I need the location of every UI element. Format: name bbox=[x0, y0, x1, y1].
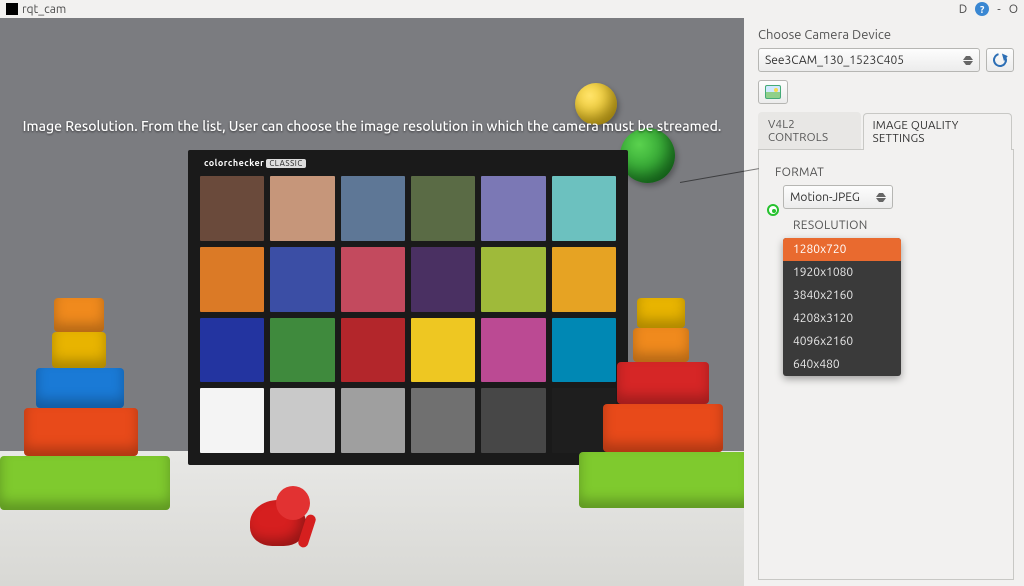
color-swatch bbox=[200, 388, 264, 453]
format-label: FORMAT bbox=[775, 166, 1001, 179]
color-swatch bbox=[481, 247, 545, 312]
resolution-option[interactable]: 1280x720 bbox=[783, 238, 901, 261]
color-swatch bbox=[341, 176, 405, 241]
callout-marker bbox=[767, 204, 779, 216]
toy-block bbox=[579, 452, 744, 508]
titlebar-d[interactable]: D bbox=[959, 3, 967, 16]
image-icon bbox=[765, 85, 781, 99]
block-stack-left bbox=[0, 298, 174, 528]
titlebar-min[interactable]: - bbox=[997, 3, 1000, 16]
color-swatch bbox=[270, 247, 334, 312]
spinner-icon bbox=[963, 52, 973, 68]
toy-block bbox=[54, 298, 104, 332]
tab-v4l2-controls[interactable]: V4L2 CONTROLS bbox=[758, 112, 861, 149]
color-swatch bbox=[481, 318, 545, 383]
main-area: colorcheckerCLASSIC Image Resolution. Fr… bbox=[0, 18, 1024, 586]
color-swatch bbox=[481, 388, 545, 453]
color-swatch bbox=[411, 318, 475, 383]
toy-block bbox=[637, 298, 685, 328]
preview-scene: colorcheckerCLASSIC bbox=[0, 18, 744, 586]
resolution-label: RESOLUTION bbox=[793, 219, 1001, 232]
device-select[interactable]: See3CAM_130_1523C405 bbox=[758, 48, 980, 72]
settings-tabs: V4L2 CONTROLS IMAGE QUALITY SETTINGS bbox=[758, 112, 1014, 150]
color-swatch bbox=[411, 388, 475, 453]
resolution-option[interactable]: 3840x2160 bbox=[783, 284, 901, 307]
color-swatch bbox=[341, 247, 405, 312]
color-swatch bbox=[411, 247, 475, 312]
resolution-option[interactable]: 1920x1080 bbox=[783, 261, 901, 284]
format-value: Motion-JPEG bbox=[790, 191, 860, 204]
color-swatch bbox=[552, 176, 616, 241]
image-quality-panel: FORMAT Motion-JPEG RESOLUTION 1280x72019… bbox=[758, 150, 1014, 580]
color-swatch bbox=[481, 176, 545, 241]
sidebar-panel: Choose Camera Device See3CAM_130_1523C40… bbox=[744, 18, 1024, 586]
toy-block bbox=[36, 368, 124, 408]
colorchecker-label: colorcheckerCLASSIC bbox=[204, 158, 306, 168]
device-select-value: See3CAM_130_1523C405 bbox=[765, 54, 904, 67]
snapshot-button[interactable] bbox=[758, 80, 788, 104]
color-swatch bbox=[270, 176, 334, 241]
color-swatch bbox=[200, 247, 264, 312]
block-stack-right bbox=[575, 298, 744, 528]
red-elephant-toy bbox=[240, 470, 320, 550]
tooltip-overlay: Image Resolution. From the list, User ca… bbox=[0, 118, 744, 134]
format-select[interactable]: Motion-JPEG bbox=[783, 185, 893, 209]
title-bar: rqt_cam D ? - O bbox=[0, 0, 1024, 18]
resolution-option[interactable]: 4096x2160 bbox=[783, 330, 901, 353]
choose-device-label: Choose Camera Device bbox=[758, 28, 1014, 42]
spinner-icon bbox=[876, 189, 886, 205]
colorchecker-chart: colorcheckerCLASSIC bbox=[188, 150, 628, 465]
color-swatch bbox=[411, 176, 475, 241]
color-swatch bbox=[200, 176, 264, 241]
toy-block bbox=[617, 362, 709, 404]
toy-block bbox=[52, 332, 106, 368]
camera-preview: colorcheckerCLASSIC Image Resolution. Fr… bbox=[0, 18, 744, 586]
color-swatch bbox=[270, 318, 334, 383]
titlebar-o[interactable]: O bbox=[1009, 3, 1018, 16]
toy-block bbox=[24, 408, 138, 456]
toy-block bbox=[0, 456, 170, 510]
green-ball bbox=[620, 128, 675, 183]
help-icon[interactable]: ? bbox=[975, 2, 989, 16]
resolution-dropdown-list[interactable]: 1280x7201920x10803840x21604208x31204096x… bbox=[783, 238, 901, 376]
toy-block bbox=[603, 404, 723, 452]
window-title: rqt_cam bbox=[22, 3, 66, 16]
refresh-icon bbox=[990, 50, 1009, 69]
window-icon bbox=[6, 3, 18, 15]
color-swatch bbox=[270, 388, 334, 453]
resolution-option[interactable]: 4208x3120 bbox=[783, 307, 901, 330]
color-swatch bbox=[200, 318, 264, 383]
color-swatch bbox=[341, 388, 405, 453]
tab-image-quality-settings[interactable]: IMAGE QUALITY SETTINGS bbox=[863, 113, 1012, 150]
toy-block bbox=[633, 328, 689, 362]
resolution-option[interactable]: 640x480 bbox=[783, 353, 901, 376]
refresh-button[interactable] bbox=[986, 48, 1014, 72]
color-swatch bbox=[341, 318, 405, 383]
